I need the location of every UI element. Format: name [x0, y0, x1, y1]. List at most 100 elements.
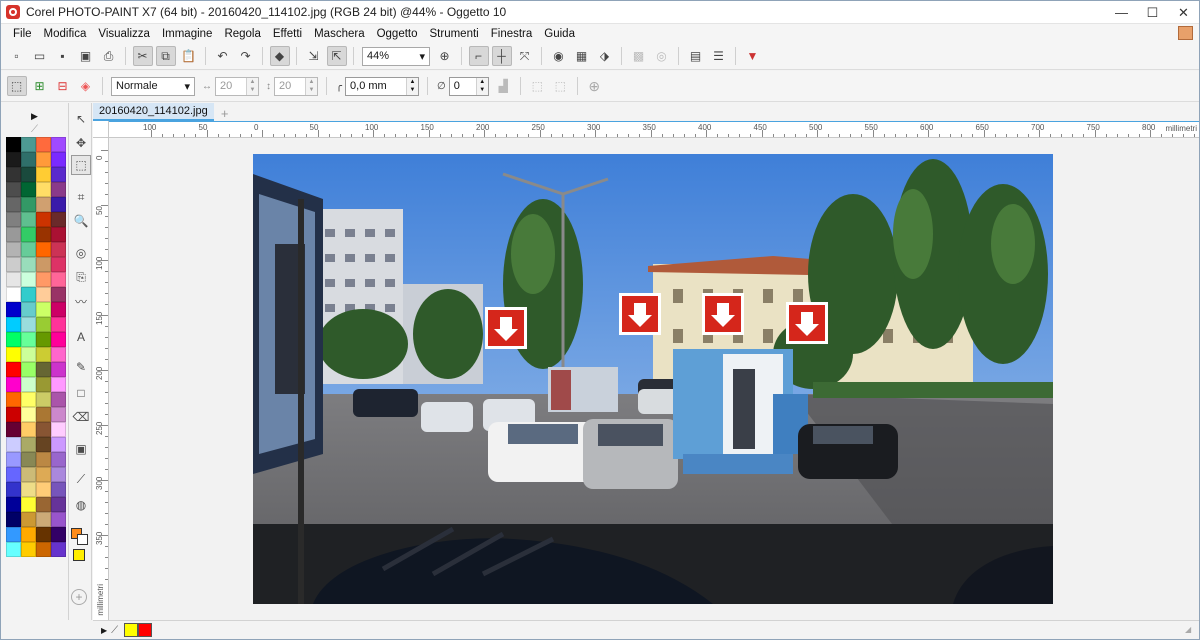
- menu-regola[interactable]: Regola: [218, 28, 266, 40]
- additive-mode-icon[interactable]: ⊞: [30, 76, 50, 96]
- palette-swatch[interactable]: [51, 512, 66, 527]
- palette-swatch[interactable]: [21, 467, 36, 482]
- palette-swatch[interactable]: [36, 287, 51, 302]
- palette-swatch[interactable]: [21, 197, 36, 212]
- cut-icon[interactable]: ✂: [132, 46, 153, 66]
- palette-swatch[interactable]: [6, 242, 21, 257]
- palette-swatch[interactable]: [21, 137, 36, 152]
- palette-swatch[interactable]: [6, 287, 21, 302]
- menu-visualizza[interactable]: Visualizza: [92, 28, 156, 40]
- menu-effetti[interactable]: Effetti: [267, 28, 308, 40]
- palette-swatch[interactable]: [6, 482, 21, 497]
- palette-swatch[interactable]: [6, 167, 21, 182]
- status-outline-swatch[interactable]: [138, 623, 153, 637]
- rulers-icon[interactable]: ⌐: [468, 46, 489, 66]
- intersect-mode-icon[interactable]: ◈: [76, 76, 96, 96]
- palette-swatch[interactable]: [36, 227, 51, 242]
- spinner-arrows-icon[interactable]: ▲ ▼: [406, 77, 419, 95]
- rectangle-icon[interactable]: □: [71, 383, 91, 403]
- palette-swatch[interactable]: [21, 422, 36, 437]
- palette-swatch[interactable]: [51, 212, 66, 227]
- palette-swatch[interactable]: [51, 497, 66, 512]
- palette-swatch[interactable]: [6, 497, 21, 512]
- palette-swatch[interactable]: [21, 242, 36, 257]
- palette-swatch[interactable]: [36, 482, 51, 497]
- zoom-level-select[interactable]: 44% ▾: [362, 46, 430, 66]
- palette-swatch[interactable]: [51, 482, 66, 497]
- copy-icon[interactable]: ⧉: [155, 46, 176, 66]
- save-as-icon[interactable]: ▣: [76, 46, 96, 66]
- palette-swatch[interactable]: [21, 407, 36, 422]
- palette-swatch[interactable]: [21, 527, 36, 542]
- palette-eyedropper-icon[interactable]: ⟋: [31, 124, 38, 135]
- palette-swatch[interactable]: [6, 467, 21, 482]
- height-spinner[interactable]: 20 ▲ ▼: [274, 76, 318, 96]
- palette-swatch[interactable]: [6, 197, 21, 212]
- corel-draw-icon[interactable]: ◆: [269, 46, 290, 66]
- palette-swatch[interactable]: [6, 227, 21, 242]
- palette-swatch[interactable]: [6, 392, 21, 407]
- palette-swatch[interactable]: [51, 197, 66, 212]
- palette-swatch[interactable]: [36, 212, 51, 227]
- show-mask-icon[interactable]: ◉: [549, 46, 569, 66]
- palette-swatch[interactable]: [51, 272, 66, 287]
- add-property-icon[interactable]: ⊕: [584, 76, 604, 96]
- redo-icon[interactable]: ↷: [236, 46, 256, 66]
- palette-swatch[interactable]: [36, 512, 51, 527]
- palette-swatch[interactable]: [51, 137, 66, 152]
- feather-spinner[interactable]: 0,0 mm ▲ ▼: [345, 76, 420, 96]
- palette-swatch[interactable]: [51, 437, 66, 452]
- palette-swatch[interactable]: [36, 407, 51, 422]
- palette-swatch[interactable]: [6, 317, 21, 332]
- palette-swatch[interactable]: [51, 377, 66, 392]
- palette-swatch[interactable]: [51, 542, 66, 557]
- palette-swatch[interactable]: [36, 422, 51, 437]
- palette-swatch[interactable]: [6, 527, 21, 542]
- palette-swatch[interactable]: [6, 512, 21, 527]
- width-spinner[interactable]: 20 ▲ ▼: [215, 76, 259, 96]
- palette-scroll-up-icon[interactable]: ▶: [31, 111, 38, 122]
- spinner-arrows-icon[interactable]: ▲ ▼: [246, 77, 258, 95]
- spinner-arrows-icon[interactable]: ▲ ▼: [305, 77, 317, 95]
- palette-swatch[interactable]: [21, 152, 36, 167]
- palette-swatch[interactable]: [36, 497, 51, 512]
- subtractive-mode-icon[interactable]: ⊟: [53, 76, 73, 96]
- palette-swatch[interactable]: [51, 422, 66, 437]
- transparency-icon[interactable]: ▟: [493, 76, 513, 96]
- fill-color-swatch[interactable]: [73, 549, 85, 561]
- vertical-ruler[interactable]: millimetri 0 50 100 150 200 250 300 350: [93, 138, 109, 620]
- palette-swatch[interactable]: [6, 437, 21, 452]
- palette-swatch[interactable]: [6, 152, 21, 167]
- palette-swatch[interactable]: [6, 452, 21, 467]
- palette-swatch[interactable]: [21, 362, 36, 377]
- palette-swatch[interactable]: [21, 482, 36, 497]
- palette-swatch[interactable]: [36, 347, 51, 362]
- palette-swatch[interactable]: [36, 197, 51, 212]
- palette-swatch[interactable]: [51, 362, 66, 377]
- paste-icon[interactable]: 📋: [179, 46, 199, 66]
- status-fill-swatch[interactable]: [124, 623, 139, 637]
- palette-swatch[interactable]: [6, 182, 21, 197]
- text-icon[interactable]: A: [71, 327, 91, 347]
- new-document-icon[interactable]: ▫: [7, 46, 27, 66]
- palette-swatch[interactable]: [6, 347, 21, 362]
- palette-swatch[interactable]: [6, 407, 21, 422]
- palette-swatch[interactable]: [21, 512, 36, 527]
- palette-swatch[interactable]: [21, 287, 36, 302]
- menu-modifica[interactable]: Modifica: [38, 28, 93, 40]
- blend-mode-select[interactable]: Normale ▾: [111, 76, 195, 96]
- palette-swatch[interactable]: [21, 182, 36, 197]
- ruler-corner[interactable]: [93, 121, 109, 138]
- import-icon[interactable]: ⇲: [304, 46, 324, 66]
- palette-swatch[interactable]: [36, 302, 51, 317]
- palette-swatch[interactable]: [21, 377, 36, 392]
- palette-swatch[interactable]: [6, 272, 21, 287]
- close-button[interactable]: ✕: [1168, 1, 1199, 24]
- resize-grip-icon[interactable]: ◢: [1185, 625, 1195, 635]
- palette-swatch[interactable]: [51, 332, 66, 347]
- spinner-arrows-icon[interactable]: ▲ ▼: [475, 77, 488, 95]
- fill-icon[interactable]: ◍: [71, 495, 91, 515]
- object-picker-icon[interactable]: ⬗: [595, 46, 615, 66]
- palette-swatch[interactable]: [36, 542, 51, 557]
- menu-oggetto[interactable]: Oggetto: [371, 28, 424, 40]
